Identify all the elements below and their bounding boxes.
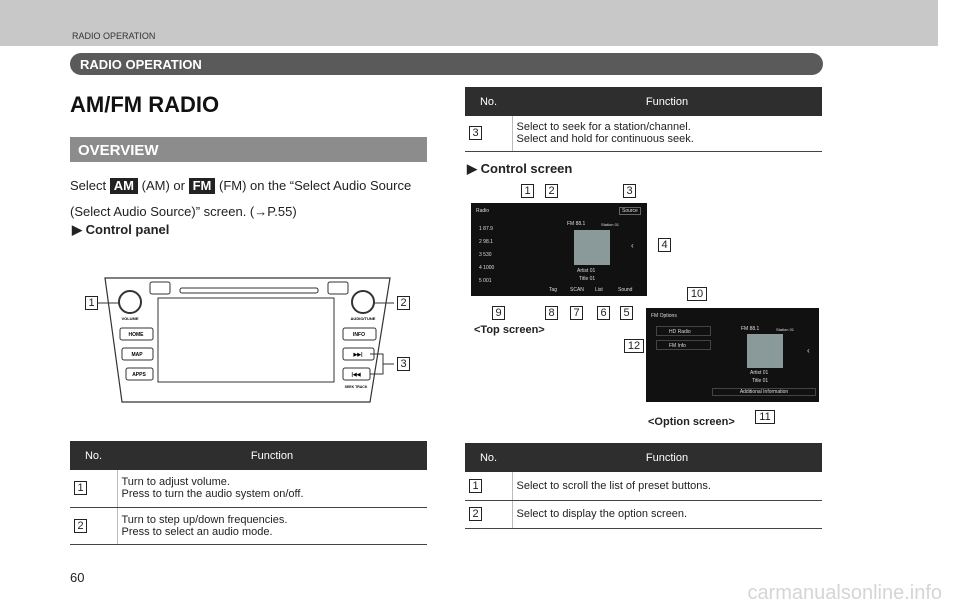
- top-screen-caption: <Top screen>: [474, 324, 545, 336]
- option-screen-caption: <Option screen>: [648, 416, 735, 428]
- section-title: RADIO OPERATION: [80, 57, 202, 72]
- overview-heading: OVERVIEW: [78, 142, 159, 159]
- running-title: RADIO OPERATION: [72, 31, 156, 41]
- right-function-table-bottom: No. Function 1 Select to scroll the list o…: [465, 443, 822, 529]
- callout-1: 1: [85, 296, 98, 310]
- map-button: MAP: [131, 352, 143, 358]
- table-row: 2 Select to display the option screen.: [465, 500, 822, 529]
- svg-text:▶▶|: ▶▶|: [352, 352, 363, 358]
- am-badge: AM: [109, 178, 138, 194]
- info-button: INFO: [353, 332, 365, 338]
- preset-list: 1 87.9 2 98.1 3 530 4 1000 5 001: [479, 226, 495, 284]
- running-header: RADIO OPERATION: [0, 0, 938, 46]
- page-number: 60: [70, 570, 85, 585]
- overview-bar: OVERVIEW: [70, 137, 427, 162]
- overview-text: Select AM (AM) or FM (FM) on the “Select…: [70, 178, 412, 194]
- apps-button: APPS: [132, 372, 146, 378]
- overview-text-2: (Select Audio Source)” screen. (→P.55): [70, 204, 297, 219]
- control-panel-heading: ▶ Control panel: [72, 222, 170, 237]
- option-screen: FM Options HD Radio FM Info FM 88.1 Stat…: [646, 308, 819, 402]
- page-title: AM/FM RADIO: [70, 92, 220, 117]
- right-function-table-top: No. Function 3 Select to seek for a statio…: [465, 87, 822, 152]
- fm-badge: FM: [188, 178, 216, 194]
- watermark: carmanualsonline.info: [747, 582, 942, 604]
- home-button: HOME: [129, 332, 145, 338]
- control-screen-heading: ▶ Control screen: [467, 161, 573, 176]
- volume-label: VOLUME: [121, 316, 138, 321]
- table-row: 2 Turn to step up/down frequencies. Press …: [70, 507, 427, 545]
- callout-2: 2: [397, 296, 410, 310]
- seek-track-label: SEEK TRACK: [345, 385, 368, 389]
- audio-tune-label: AUDIO/TUNE: [351, 316, 376, 321]
- top-screen: Radio Source 1 87.9 2 98.1 3 530 4 1000 …: [471, 203, 647, 296]
- table-row: 3 Select to seek for a station/channel. Se…: [465, 116, 822, 152]
- table-row: 1 Select to scroll the list of preset but…: [465, 472, 822, 501]
- control-panel-illustration: HOME MAP APPS INFO ▶▶| |◀◀ VOLUME AUDIO/…: [98, 277, 394, 403]
- table-row: 1 Turn to adjust volume. Press to turn the…: [70, 470, 427, 508]
- svg-text:|◀◀: |◀◀: [351, 372, 360, 378]
- left-function-table: No. Function 1 Turn to adjust volume. Press…: [70, 441, 427, 545]
- callout-3: 3: [397, 357, 410, 371]
- section-bar: RADIO OPERATION: [70, 53, 823, 75]
